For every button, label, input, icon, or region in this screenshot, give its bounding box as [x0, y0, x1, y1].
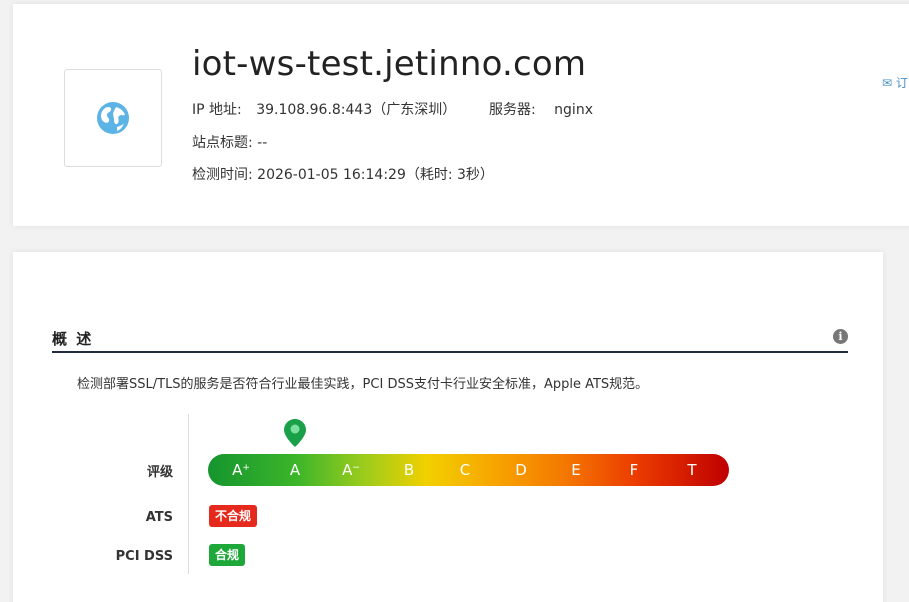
grade-c: C	[459, 461, 471, 479]
subscribe-label: 订	[895, 76, 908, 90]
info-icon[interactable]: i	[833, 329, 848, 344]
site-title-info: 站点标题: --	[192, 132, 267, 152]
server-value: nginx	[554, 102, 593, 118]
overview-card: 概 述 i 检测部署SSL/TLS的服务是否符合行业最佳实践，PCI DSS支付…	[13, 252, 883, 602]
grade-e: E	[571, 461, 581, 479]
ip-value: 39.108.96.8:443（广东深圳）	[256, 102, 457, 118]
overview-description: 检测部署SSL/TLS的服务是否符合行业最佳实践，PCI DSS支付卡行业安全标…	[77, 377, 649, 392]
globe-icon	[97, 102, 129, 134]
pci-dss-status-badge: 合规	[209, 544, 246, 566]
grade-label: 评级	[146, 465, 173, 480]
overview-header: 概 述 i	[52, 325, 848, 353]
subscribe-link[interactable]: ✉ 订	[882, 74, 908, 91]
grade-a: A	[289, 461, 301, 479]
ip-info: IP 地址: 39.108.96.8:443（广东深圳）	[192, 99, 456, 119]
grade-scale: A+ A A− B C D E F T	[208, 454, 729, 486]
ip-label: IP 地址:	[192, 102, 242, 118]
grade-marker-pin-icon	[284, 419, 306, 447]
section-title: 概 述	[52, 330, 94, 348]
divider	[188, 414, 189, 574]
ats-status-badge: 不合规	[209, 505, 258, 527]
grade-t: T	[687, 461, 697, 479]
server-label: 服务器:	[489, 102, 536, 118]
site-info-card: iot-ws-test.jetinno.com IP 地址: 39.108.96…	[13, 4, 909, 226]
grade-b: B	[403, 461, 415, 479]
check-time-value: 2026-01-05 16:14:29（耗时: 3秒）	[257, 167, 494, 183]
pci-dss-label: PCI DSS	[115, 549, 173, 564]
check-time-label: 检测时间:	[192, 167, 253, 183]
grade-f: F	[629, 461, 639, 479]
site-favicon	[64, 69, 162, 167]
mail-icon: ✉	[882, 76, 893, 90]
check-time-info: 检测时间: 2026-01-05 16:14:29（耗时: 3秒）	[192, 164, 494, 184]
grade-d: D	[515, 461, 527, 479]
site-title-label: 站点标题:	[192, 135, 253, 151]
grade-a-plus: A+	[232, 461, 250, 479]
server-info: 服务器: nginx	[489, 99, 593, 119]
grade-a-minus: A−	[342, 461, 360, 479]
host-title: iot-ws-test.jetinno.com	[192, 44, 587, 84]
site-title-value: --	[257, 135, 268, 151]
ats-label: ATS	[145, 510, 173, 525]
